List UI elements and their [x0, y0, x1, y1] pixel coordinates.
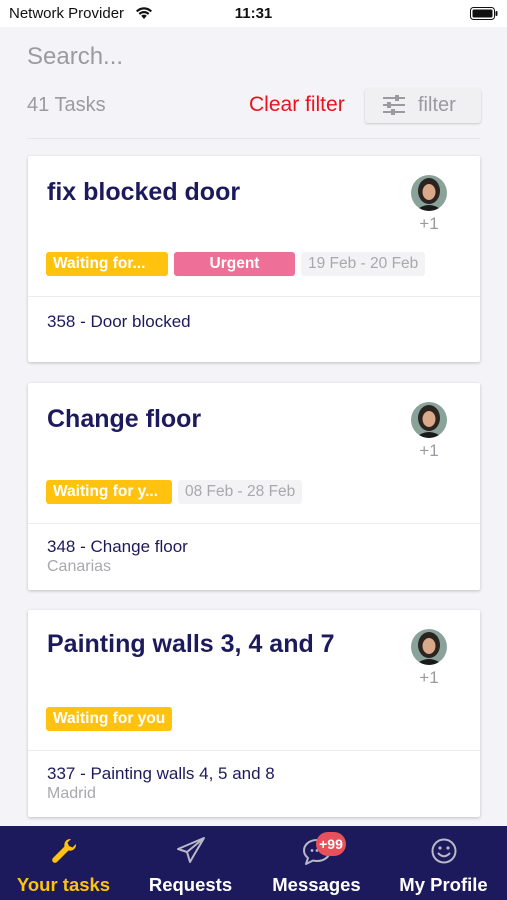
tab-label: Messages	[272, 874, 361, 895]
card-divider	[28, 523, 480, 524]
tab-label: Requests	[148, 874, 233, 895]
bottom-tab-bar: Your tasks Requests Messages My Profile …	[0, 826, 507, 900]
extra-assignees-count: +1	[419, 668, 439, 687]
messages-badge: +99	[316, 832, 346, 856]
filter-label: filter	[418, 94, 456, 116]
tab-your-tasks[interactable]: Your tasks	[0, 826, 127, 900]
extra-assignees-count: +1	[419, 214, 439, 233]
status-tag: Waiting for y...	[46, 480, 172, 504]
assignee-avatar[interactable]	[411, 629, 447, 665]
wrench-icon	[0, 836, 127, 868]
date-range-tag: 08 Feb - 28 Feb	[178, 480, 303, 504]
task-card[interactable]: Painting walls 3, 4 and 7 +1 Waiting for…	[28, 610, 480, 817]
tab-label: My Profile	[399, 874, 488, 895]
divider	[27, 138, 480, 139]
card-divider	[28, 750, 480, 751]
priority-tag: Urgent	[174, 252, 295, 276]
assignee-avatar[interactable]	[411, 402, 447, 438]
card-divider	[28, 296, 480, 297]
clock-time: 11:31	[234, 5, 273, 22]
filter-button[interactable]: filter	[365, 88, 481, 123]
date-range-tag: 19 Feb - 20 Feb	[301, 252, 426, 276]
battery-icon	[470, 7, 498, 25]
search-bar[interactable]	[27, 40, 480, 74]
assignee-avatar[interactable]	[411, 175, 447, 211]
status-tag: Waiting for...	[46, 252, 168, 276]
task-title: fix blocked door	[47, 178, 241, 206]
task-reference: 348 - Change floor	[47, 537, 188, 556]
task-reference: 337 - Painting walls 4, 5 and 8	[47, 764, 275, 783]
task-title: Change floor	[47, 405, 202, 433]
task-toolbar: 41 Tasks Clear filter filter	[27, 88, 481, 124]
search-input[interactable]	[27, 40, 480, 74]
smiley-icon	[380, 836, 507, 868]
task-reference: 358 - Door blocked	[47, 312, 191, 331]
task-title: Painting walls 3, 4 and 7	[47, 630, 335, 658]
task-location: Canarias	[47, 558, 112, 575]
task-count: 41 Tasks	[27, 94, 106, 116]
tab-my-profile[interactable]: My Profile	[380, 826, 507, 900]
task-card[interactable]: fix blocked door +1 Waiting for... Urgen…	[28, 156, 480, 362]
status-bar: Network Provider 11:31	[0, 0, 507, 27]
sliders-icon	[382, 95, 406, 120]
task-location: Madrid	[47, 785, 96, 802]
extra-assignees-count: +1	[419, 441, 439, 460]
status-tag: Waiting for you	[46, 707, 173, 731]
task-card[interactable]: Change floor +1 Waiting for y... 08 Feb …	[28, 383, 480, 590]
tab-messages[interactable]: Messages	[253, 826, 380, 900]
tab-requests[interactable]: Requests	[127, 826, 254, 900]
tab-label: Your tasks	[16, 874, 111, 895]
clear-filter-button[interactable]: Clear filter	[249, 93, 345, 117]
paper-plane-icon	[127, 836, 254, 868]
